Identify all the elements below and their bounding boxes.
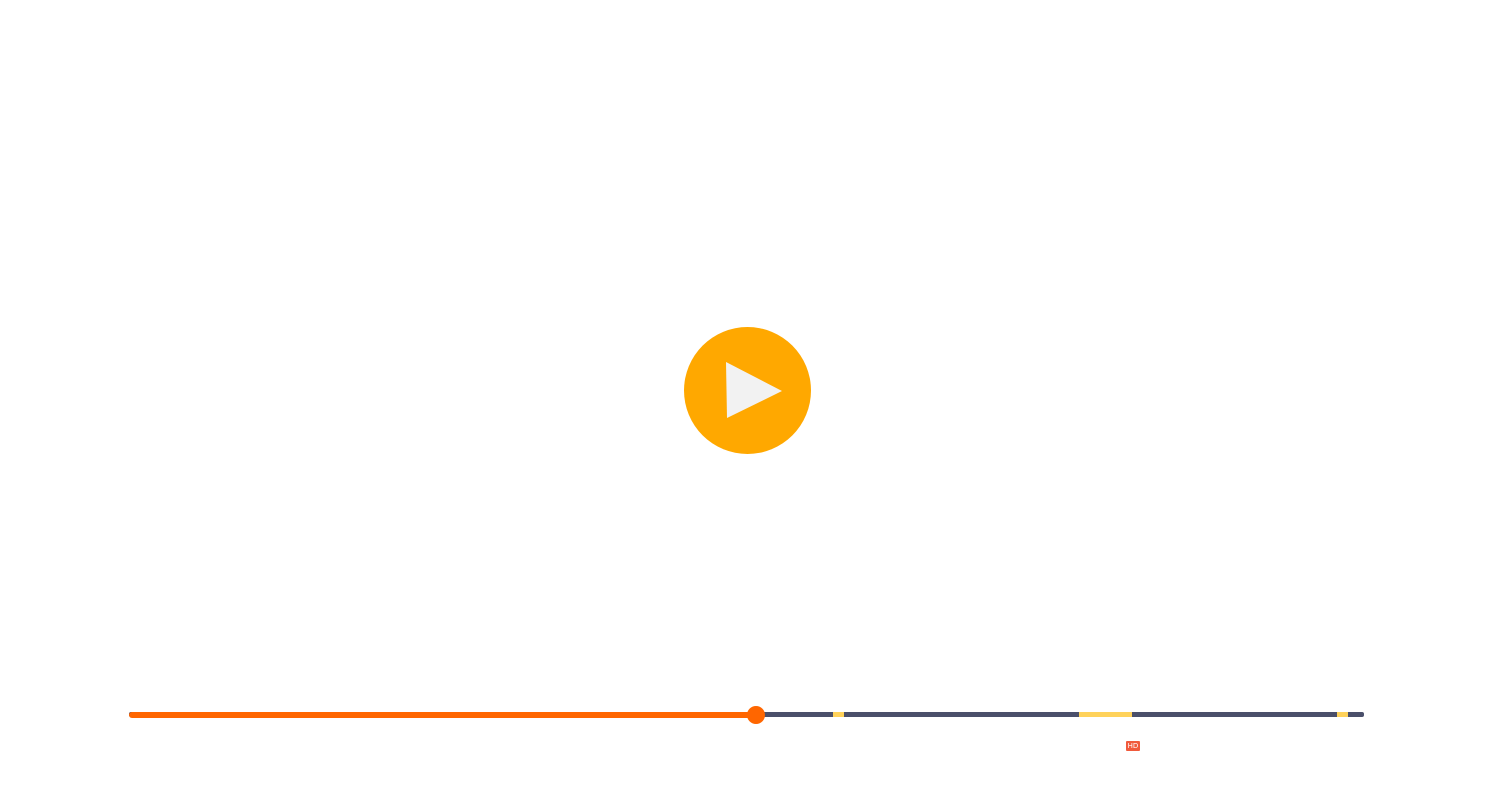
hd-quality-badge[interactable]: HD — [1126, 741, 1140, 751]
chapter-marker[interactable] — [1336, 712, 1348, 717]
progress-bar[interactable] — [129, 706, 1364, 724]
progress-thumb[interactable] — [747, 706, 766, 724]
chapter-marker[interactable] — [832, 712, 845, 717]
chapter-marker[interactable] — [1078, 712, 1132, 717]
play-icon — [726, 362, 782, 418]
progress-played — [129, 712, 757, 718]
play-button[interactable] — [684, 327, 811, 454]
video-player: HD — [0, 0, 1500, 800]
